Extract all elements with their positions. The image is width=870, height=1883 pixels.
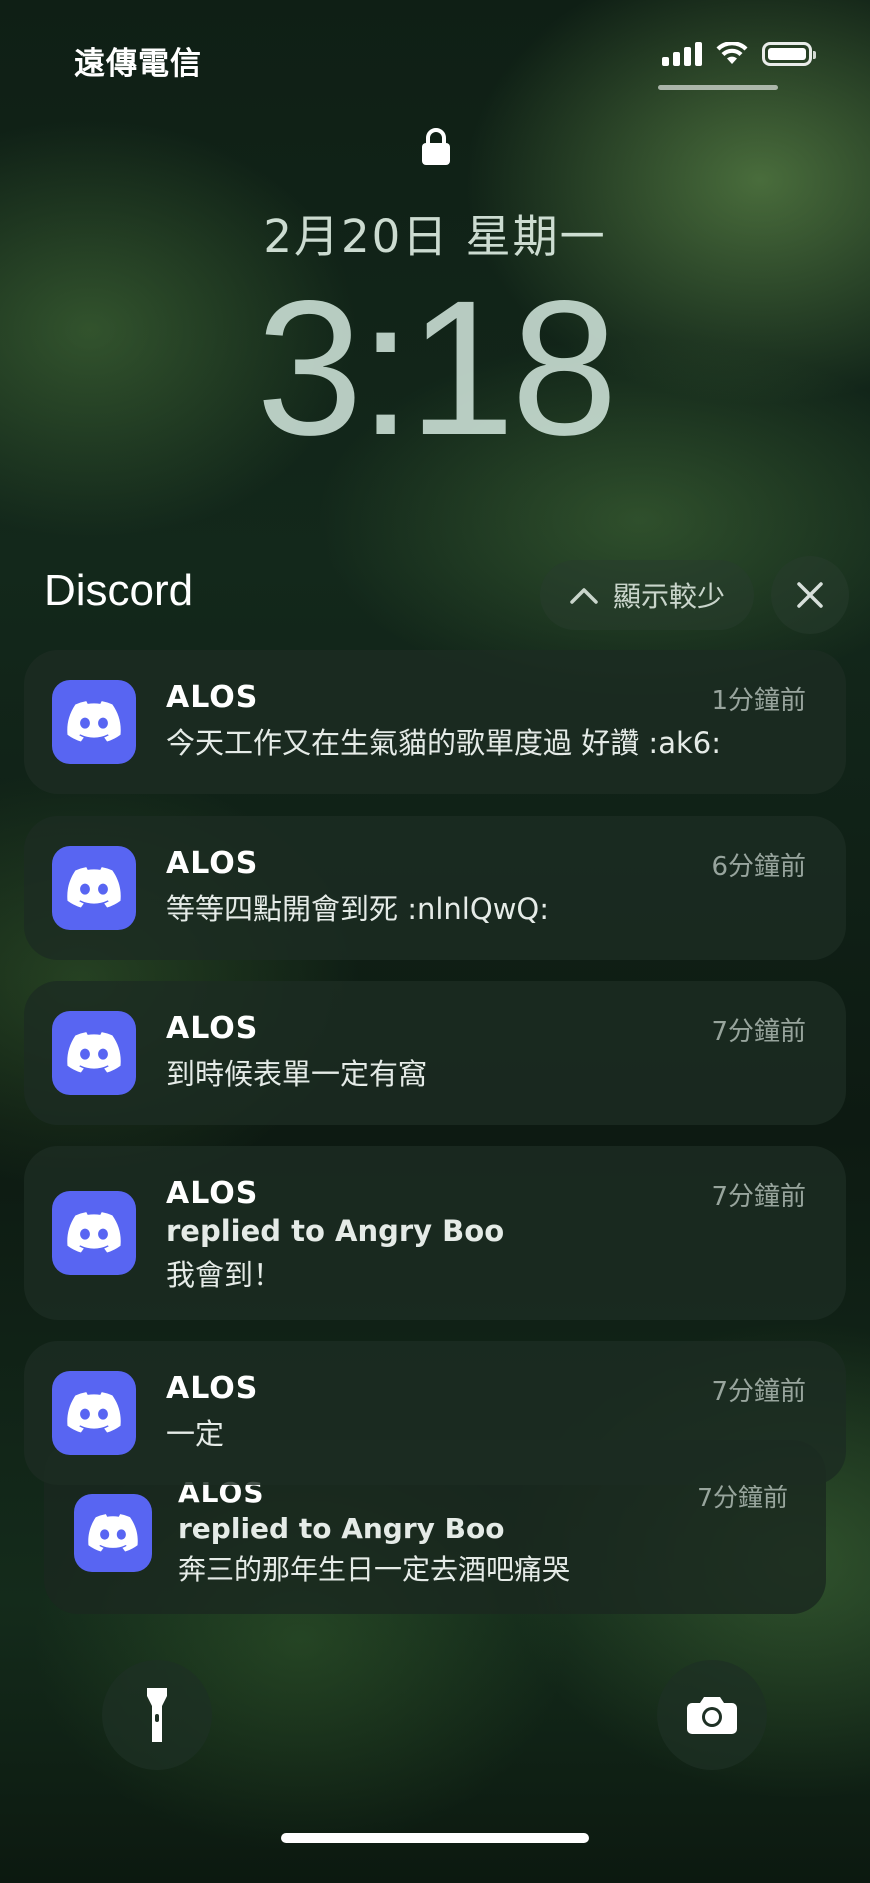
flashlight-icon xyxy=(147,1688,167,1742)
notification-time: 1分鐘前 xyxy=(711,686,806,716)
discord-app-icon xyxy=(52,1011,136,1095)
notification-sender: ALOS xyxy=(166,680,259,715)
close-icon xyxy=(797,582,823,608)
notification-time: 7分鐘前 xyxy=(711,1182,806,1212)
discord-app-icon xyxy=(52,1371,136,1455)
home-indicator[interactable] xyxy=(281,1833,589,1843)
flashlight-button[interactable] xyxy=(102,1660,212,1770)
clear-notifications-button[interactable] xyxy=(771,556,849,634)
chevron-up-icon xyxy=(570,588,598,604)
notification-message: 等等四點開會到死 :nlnlQwQ: xyxy=(166,892,550,926)
cellular-signal-icon xyxy=(662,42,702,66)
notification-message: 我會到！ xyxy=(166,1258,283,1292)
status-icons xyxy=(662,42,816,66)
lock-time: 3:18 xyxy=(256,260,618,475)
notification-message: 今天工作又在生氣貓的歌單度過 好讚 :ak6: xyxy=(166,726,721,760)
lock-screen: 遠傳電信 2月20日 星期一 3:18 Discord 顯示較少 ALOS 1分… xyxy=(0,0,870,1883)
discord-app-icon xyxy=(52,680,136,764)
notification-sender: ALOS xyxy=(166,846,259,881)
notification-time: 7分鐘前 xyxy=(711,1377,806,1407)
notification-time: 6分鐘前 xyxy=(711,852,806,882)
carrier-name: 遠傳電信 xyxy=(74,46,202,82)
show-less-button[interactable]: 顯示較少 xyxy=(540,560,754,630)
status-underline xyxy=(658,85,778,90)
notification-reply-label: replied to Angry Boo xyxy=(178,1512,505,1545)
notification-group-title: Discord xyxy=(44,566,194,615)
notification-message: 一定 xyxy=(166,1417,225,1451)
camera-icon xyxy=(687,1697,737,1734)
camera-button[interactable] xyxy=(657,1660,767,1770)
discord-app-icon xyxy=(52,1191,136,1275)
notification-card[interactable]: ALOS 7分鐘前 一定 xyxy=(24,1341,846,1485)
notification-reply-label: replied to Angry Boo xyxy=(166,1214,505,1248)
discord-app-icon xyxy=(74,1494,152,1572)
lock-icon xyxy=(422,128,450,165)
notification-card[interactable]: ALOS 1分鐘前 今天工作又在生氣貓的歌單度過 好讚 :ak6: xyxy=(24,650,846,794)
notification-card[interactable]: ALOS 7分鐘前 replied to Angry Boo 我會到！ xyxy=(24,1146,846,1320)
notification-message: 到時候表單一定有窩 xyxy=(166,1057,428,1091)
wifi-icon xyxy=(716,42,748,64)
notification-message: 奔三的那年生日一定去酒吧痛哭 xyxy=(178,1553,571,1586)
discord-app-icon xyxy=(52,846,136,930)
notification-time: 7分鐘前 xyxy=(711,1017,806,1047)
notification-card[interactable]: ALOS 6分鐘前 等等四點開會到死 :nlnlQwQ: xyxy=(24,816,846,960)
battery-icon xyxy=(762,42,816,66)
notification-card[interactable]: ALOS 7分鐘前 到時候表單一定有窩 xyxy=(24,981,846,1125)
notification-sender: ALOS xyxy=(166,1176,259,1211)
lock-date: 2月20日 星期一 xyxy=(263,210,607,263)
show-less-label: 顯示較少 xyxy=(612,580,725,613)
notification-sender: ALOS xyxy=(166,1011,259,1046)
notification-sender: ALOS xyxy=(166,1371,259,1406)
